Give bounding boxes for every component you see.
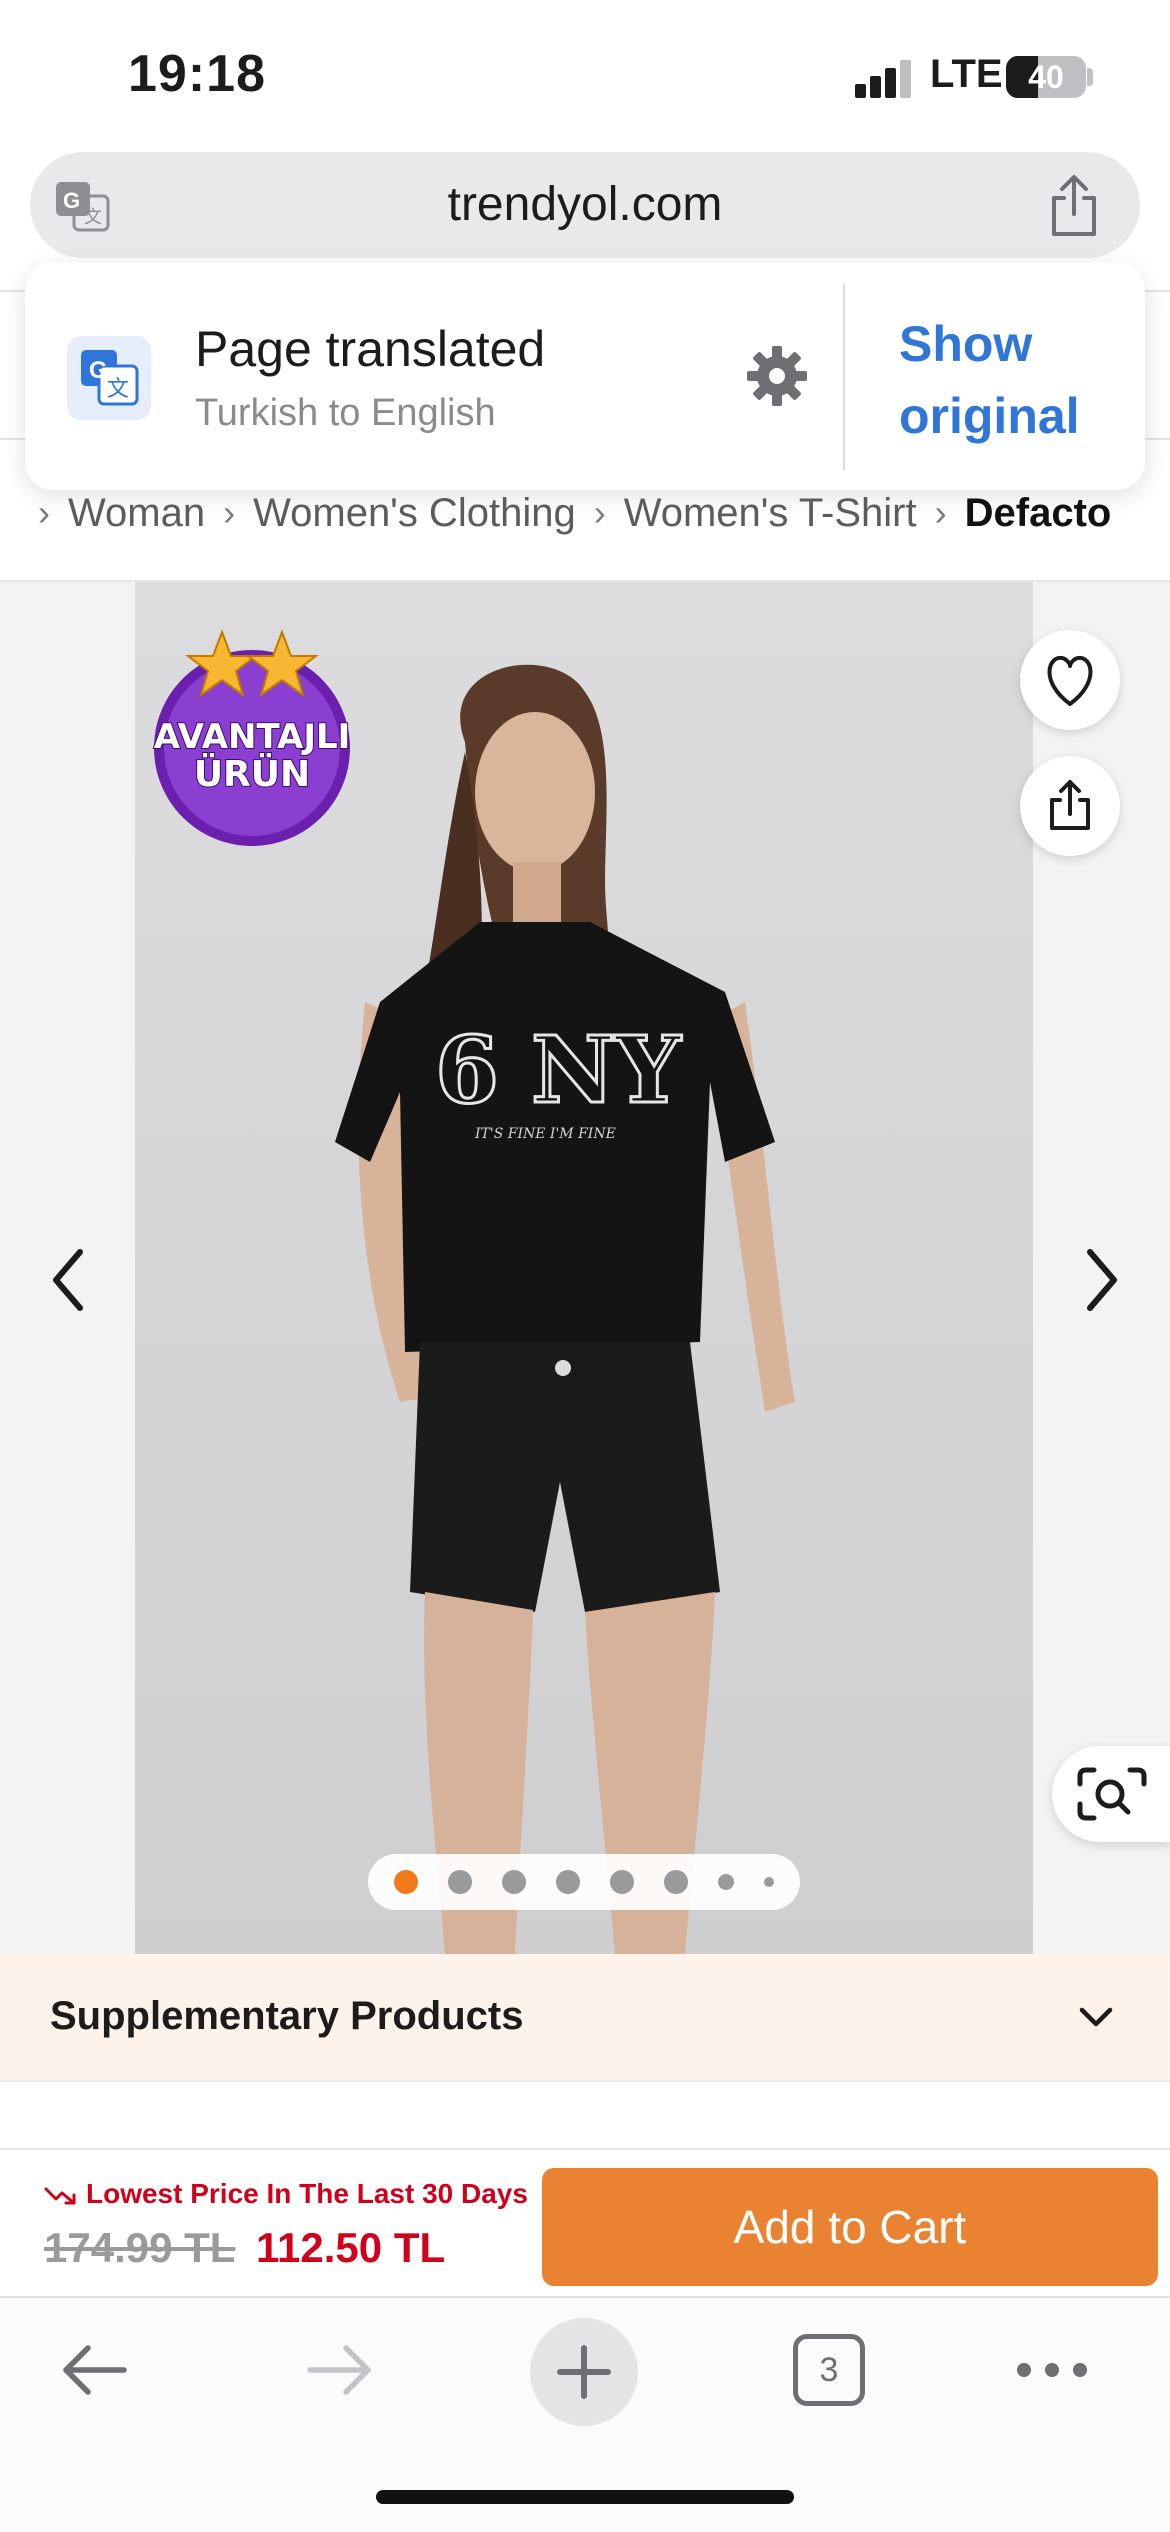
- visual-search-icon: [1077, 1767, 1147, 1821]
- more-icon[interactable]: [1016, 2362, 1088, 2378]
- favorite-button[interactable]: [1020, 630, 1120, 730]
- back-button[interactable]: [58, 2338, 132, 2402]
- battery-icon: 40: [1006, 56, 1086, 98]
- breadcrumb-item-womens-tshirt[interactable]: Women's T-Shirt: [624, 491, 917, 536]
- chevron-right-icon: ›: [223, 492, 236, 533]
- breadcrumb: › Woman › Women's Clothing › Women's T-S…: [38, 485, 1111, 541]
- pagination-dot[interactable]: [610, 1870, 634, 1894]
- previous-image-button[interactable]: [40, 1242, 96, 1318]
- address-bar[interactable]: trendyol.com G 文: [30, 152, 1140, 258]
- back-arrow-icon: [63, 2345, 127, 2395]
- trend-down-icon: [44, 2187, 76, 2205]
- shirt-print: 6 NY: [435, 1016, 682, 1124]
- badge-line-1: AVANTAJLI: [154, 717, 351, 757]
- chevron-right-icon: [1087, 1249, 1117, 1311]
- tabs-button[interactable]: 3: [793, 2334, 865, 2406]
- add-to-cart-button[interactable]: Add to Cart: [542, 2168, 1158, 2286]
- svg-text:G: G: [89, 357, 108, 384]
- chevron-down-icon[interactable]: [1074, 2000, 1118, 2036]
- advantage-product-badge: AVANTAJLI ÜRÜN: [142, 628, 362, 848]
- lowest-price-note: Lowest Price In The Last 30 Days: [44, 2178, 528, 2210]
- pagination-dot[interactable]: [664, 1870, 688, 1894]
- pagination-dot[interactable]: [502, 1870, 526, 1894]
- divider: [843, 284, 845, 470]
- translate-icon[interactable]: G 文: [54, 180, 110, 232]
- share-icon: [1050, 780, 1090, 830]
- next-image-button[interactable]: [1074, 1242, 1130, 1318]
- translation-banner: G 文 Page translated Turkish to English S…: [25, 262, 1145, 490]
- pagination-dot[interactable]: [448, 1870, 472, 1894]
- translation-languages: Turkish to English: [195, 392, 496, 434]
- svg-text:文: 文: [107, 377, 129, 402]
- translation-title: Page translated: [195, 321, 546, 377]
- pagination-dot[interactable]: [556, 1870, 580, 1894]
- network-type: LTE: [930, 52, 1003, 96]
- plus-icon: [557, 2345, 611, 2399]
- chevron-right-icon: ›: [593, 492, 606, 533]
- new-tab-button[interactable]: [530, 2318, 638, 2426]
- chevron-right-icon: ›: [38, 492, 50, 533]
- breadcrumb-item-brand[interactable]: Defacto: [965, 491, 1112, 536]
- gear-icon[interactable]: [745, 344, 809, 408]
- forward-arrow-icon: [307, 2345, 371, 2395]
- original-price: 174.99 TL: [44, 2224, 236, 2271]
- show-original-button[interactable]: Show original: [899, 308, 1119, 452]
- supplementary-products-accordion[interactable]: Supplementary Products: [0, 1954, 1170, 2082]
- lowest-price-text: Lowest Price In The Last 30 Days: [86, 2178, 528, 2209]
- purchase-bar: Lowest Price In The Last 30 Days 174.99 …: [0, 2148, 1170, 2296]
- pagination-dot[interactable]: [764, 1877, 774, 1887]
- chevron-right-icon: ›: [934, 492, 947, 533]
- supplementary-products-label: Supplementary Products: [50, 1994, 524, 2038]
- url-text[interactable]: trendyol.com: [30, 152, 1140, 258]
- heart-icon: [1047, 655, 1093, 706]
- status-time: 19:18: [128, 45, 266, 103]
- cellular-signal-icon: [855, 58, 911, 98]
- forward-button[interactable]: [302, 2338, 376, 2402]
- sale-price: 112.50 TL: [256, 2224, 446, 2271]
- svg-text:文: 文: [84, 207, 102, 228]
- pagination-dot[interactable]: [718, 1874, 734, 1890]
- breadcrumb-item-woman[interactable]: Woman: [68, 491, 205, 536]
- badge-line-2: ÜRÜN: [194, 753, 310, 795]
- translate-icon: G 文: [67, 336, 151, 420]
- chevron-left-icon: [53, 1249, 83, 1311]
- visual-search-button[interactable]: [1052, 1746, 1170, 1842]
- shirt-subprint: IT'S FINE I'M FINE: [474, 1126, 616, 1142]
- home-indicator[interactable]: [376, 2490, 794, 2504]
- battery-nub: [1087, 68, 1093, 86]
- product-gallery[interactable]: 6 NY IT'S FINE I'M FINE AVANTAJLI ÜRÜN: [0, 582, 1170, 1954]
- pagination-dot[interactable]: [394, 1870, 418, 1894]
- svg-text:G: G: [63, 188, 80, 213]
- image-pagination[interactable]: [368, 1854, 800, 1910]
- share-button[interactable]: [1020, 756, 1120, 856]
- battery-level: 40: [1028, 59, 1064, 95]
- breadcrumb-item-womens-clothing[interactable]: Women's Clothing: [253, 491, 576, 536]
- share-icon[interactable]: [1044, 174, 1104, 238]
